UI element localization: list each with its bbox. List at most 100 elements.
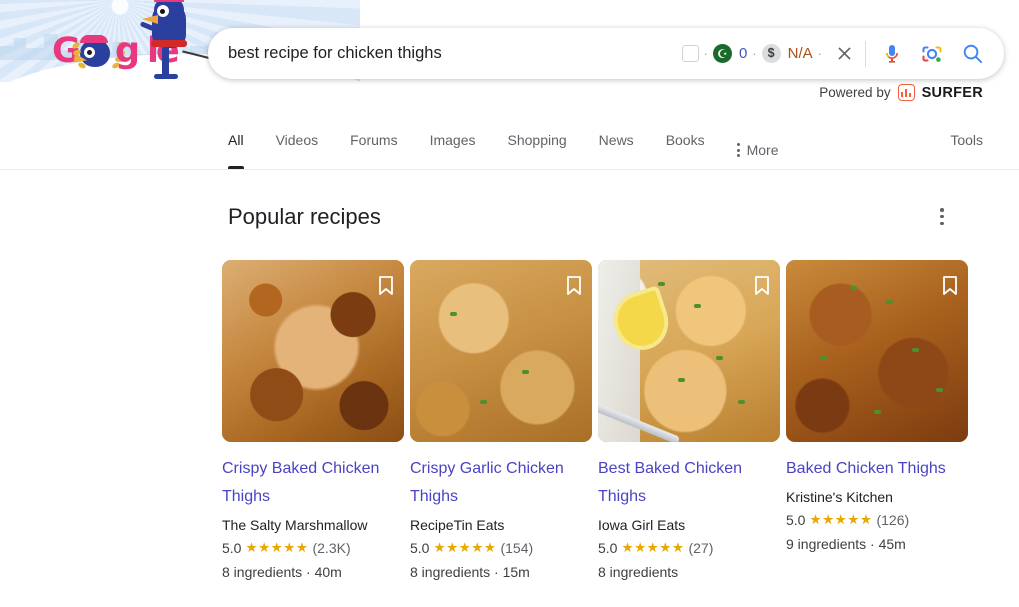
recipe-card[interactable]: Best Baked Chicken Thighs Iowa Girl Eats… [598,260,783,580]
recipe-facts: 8 ingredients · 15m [410,564,530,580]
tab-books-label: Books [665,132,705,148]
powered-by-surfer: Powered by SURFER [819,84,983,101]
rating-count: (27) [688,540,714,556]
recipe-thumbnail[interactable] [598,260,780,442]
rating-value: 5.0 [222,540,242,556]
save-bookmark-icon[interactable] [379,276,393,295]
rating-stars-icon: ★★★★★ [433,540,497,555]
recipe-source: Iowa Girl Eats [598,517,686,533]
tab-news-label: News [598,132,634,148]
recipe-facts: 8 ingredients [598,564,679,580]
search-tabs: All Videos Forums Images Shopping News B… [228,120,795,170]
search-bar[interactable]: · ☪ 0 · $ N/A · [208,28,1004,79]
laurel-left-icon [71,41,94,70]
rating-count: (126) [876,512,910,528]
mascot-belt-icon [151,40,187,47]
recipe-image [598,260,780,442]
recipe-thumbnail[interactable] [410,260,592,442]
tab-videos-label: Videos [275,132,319,148]
popular-recipes-header: Popular recipes [228,202,948,231]
recipe-facts: 8 ingredients · 40m [222,564,342,580]
search-input[interactable] [208,28,682,79]
tab-shopping-label: Shopping [507,132,567,148]
tab-more[interactable]: More [721,120,795,169]
recipe-thumbnail[interactable] [786,260,968,442]
powered-by-label: Powered by [819,85,891,100]
recipe-card-list: Crispy Baked Chicken Thighs The Salty Ma… [222,260,971,580]
recipe-title-link[interactable]: Crispy Garlic Chicken Thighs [410,455,586,511]
clear-search-icon[interactable] [831,41,857,67]
tab-images[interactable]: Images [414,120,492,169]
recipe-card[interactable]: Crispy Garlic Chicken Thighs RecipeTin E… [410,260,595,580]
rating-value: 5.0 [598,540,618,556]
recipe-rating: 5.0 ★★★★★ (27) [598,540,783,556]
recipe-title-link[interactable]: Baked Chicken Thighs [786,455,962,483]
meta-separator-1: · [703,46,708,61]
search-tabs-bar: All Videos Forums Images Shopping News B… [0,120,1019,170]
save-bookmark-icon[interactable] [567,276,581,295]
save-bookmark-icon[interactable] [755,276,769,295]
tab-all-label: All [228,132,244,148]
kebab-menu-icon [736,143,740,157]
mascot-foot-icon [154,74,178,79]
meta-separator-2: · [752,46,757,61]
cost-per-click-icon: $ [761,44,781,63]
page-header: G g l e [0,0,1019,112]
rating-value: 5.0 [410,540,430,556]
tab-images-label: Images [429,132,476,148]
search-divider [865,40,866,67]
tab-forums-label: Forums [350,132,398,148]
rating-count: (154) [500,540,534,556]
mascot-leg-icon [162,48,169,76]
tab-forums[interactable]: Forums [334,120,413,169]
recipe-image [410,260,592,442]
mascot-beak-icon [142,15,158,24]
recipe-rating: 5.0 ★★★★★ (154) [410,540,595,556]
tab-books[interactable]: Books [650,120,721,169]
rating-stars-icon: ★★★★★ [245,540,309,555]
search-submit-icon[interactable] [956,38,988,70]
search-volume-count: 0 [738,45,748,62]
recipe-image [786,260,968,442]
recipe-rating: 5.0 ★★★★★ (2.3K) [222,540,407,556]
doodle-mascot-bird [138,0,212,82]
mascot-cap-icon [154,0,184,2]
tab-more-label: More [746,142,779,158]
recipe-source: RecipeTin Eats [410,517,505,533]
rating-count: (2.3K) [312,540,351,556]
save-bookmark-icon[interactable] [943,276,957,295]
mascot-pupil-icon [160,9,165,14]
recipe-card[interactable]: Baked Chicken Thighs Kristine's Kitchen … [786,260,971,580]
tab-videos[interactable]: Videos [260,120,335,169]
tab-all[interactable]: All [228,120,260,169]
rating-stars-icon: ★★★★★ [809,512,873,527]
recipe-facts: 9 ingredients · 45m [786,536,906,552]
search-results: Popular recipes Crispy Baked Chicken Thi… [0,170,1019,580]
recipe-source: The Salty Marshmallow [222,517,368,533]
pakistan-flag-badge-icon: ☪ [712,44,732,63]
rating-stars-icon: ★★★★★ [621,540,685,555]
voice-search-icon[interactable] [876,38,908,70]
rating-value: 5.0 [786,512,806,528]
tools-button[interactable]: Tools [950,120,983,148]
surfer-logo-icon [897,84,915,101]
search-meta-group: · ☪ 0 · $ N/A · [681,44,827,63]
recipe-card[interactable]: Crispy Baked Chicken Thighs The Salty Ma… [222,260,407,580]
recipe-rating: 5.0 ★★★★★ (126) [786,512,971,528]
surfer-brand-name: SURFER [921,84,983,101]
tab-shopping[interactable]: Shopping [492,120,583,169]
search-meta-checkbox[interactable] [681,45,699,62]
section-options-icon[interactable] [936,202,948,231]
recipe-thumbnail[interactable] [222,260,404,442]
recipe-title-link[interactable]: Best Baked Chicken Thighs [598,455,774,511]
meta-separator-3: · [817,46,822,61]
recipe-image [222,260,404,442]
google-lens-icon[interactable] [916,38,948,70]
recipe-title-link[interactable]: Crispy Baked Chicken Thighs [222,455,398,511]
page-title: Popular recipes [228,203,381,229]
logo-letter-g2: g [115,31,140,71]
tab-news[interactable]: News [583,120,650,169]
recipe-source: Kristine's Kitchen [786,489,893,505]
cost-per-click-value: N/A [787,45,813,62]
doodle-bird-cap-icon [80,35,108,43]
